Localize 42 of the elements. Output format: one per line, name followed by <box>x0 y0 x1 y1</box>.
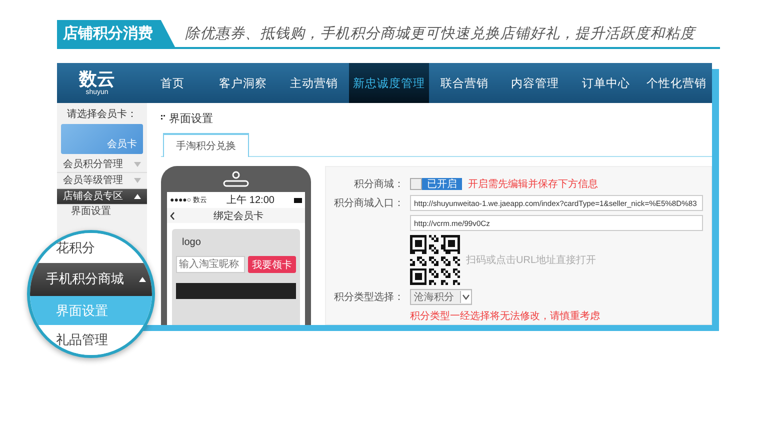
warning-text: 开启需先编辑并保存下方信息 <box>468 178 598 191</box>
nav-tab[interactable]: 联合营销 <box>429 63 500 103</box>
phone-speaker-icon <box>221 171 251 187</box>
battery-icon <box>294 198 302 202</box>
field-label: 积分类型选择： <box>334 290 404 304</box>
chevron-down-icon <box>460 291 471 303</box>
nav-tab[interactable]: 内容管理 <box>500 63 571 103</box>
field-label: 积分商城入口： <box>334 196 404 210</box>
phone-title: 绑定会员卡 <box>212 210 264 222</box>
clock-label: 上午 12:00 <box>226 194 274 207</box>
qr-code <box>410 235 460 285</box>
nickname-field[interactable]: 输入淘宝昵称 <box>176 256 245 273</box>
sidebar-item[interactable]: 店铺会员专区 <box>57 189 147 205</box>
nav-tab[interactable]: 订单中心 <box>570 63 642 103</box>
sidebar-item[interactable]: 会员积分管理 <box>57 157 147 173</box>
type-dropdown[interactable]: 沧海积分 <box>410 289 472 305</box>
section-title: 店铺积分消费 <box>57 20 175 47</box>
sidebar-item[interactable]: 会员等级管理 <box>57 173 147 189</box>
caret-icon <box>139 276 146 282</box>
card-prompt: 请选择会员卡： <box>66 108 138 122</box>
section-subtitle: 除优惠券、抵钱购，手机积分商城更可快速兑换店铺好礼，提升活跃度和粘度 <box>185 24 695 43</box>
nav-tab[interactable]: 首页 <box>137 63 208 103</box>
get-card-button[interactable]: 我要领卡 <box>248 256 296 273</box>
toggle-switch[interactable]: 已开启 <box>410 178 462 190</box>
card-label: 会员卡 <box>107 138 138 152</box>
page-title: 界面设置 <box>169 112 213 126</box>
nav-tab[interactable]: 新忠诚度管理 <box>349 63 430 103</box>
nav-tab[interactable]: 个性化营销 <box>641 63 712 103</box>
caret-icon <box>134 178 141 183</box>
tab[interactable]: 手淘积分兑换 <box>163 133 249 157</box>
logo-text: logo <box>181 237 202 250</box>
menu-item[interactable]: 手机积分商城 <box>30 262 152 296</box>
caret-icon <box>134 194 141 199</box>
field-label: 积分商城： <box>353 178 404 191</box>
nav-tab[interactable]: 客户洞察 <box>208 63 278 103</box>
warning-text: 积分类型一经选择将无法修改，请慎重考虑 <box>410 310 600 323</box>
qr-hint: 扫码或点击URL地址直接打开 <box>466 254 596 267</box>
caret-icon <box>134 162 141 167</box>
sidebar-subitem[interactable]: 界面设置 <box>57 205 111 218</box>
nav-tab[interactable]: 主动营销 <box>278 63 350 103</box>
back-icon[interactable] <box>170 212 175 220</box>
dots-icon <box>161 115 165 121</box>
